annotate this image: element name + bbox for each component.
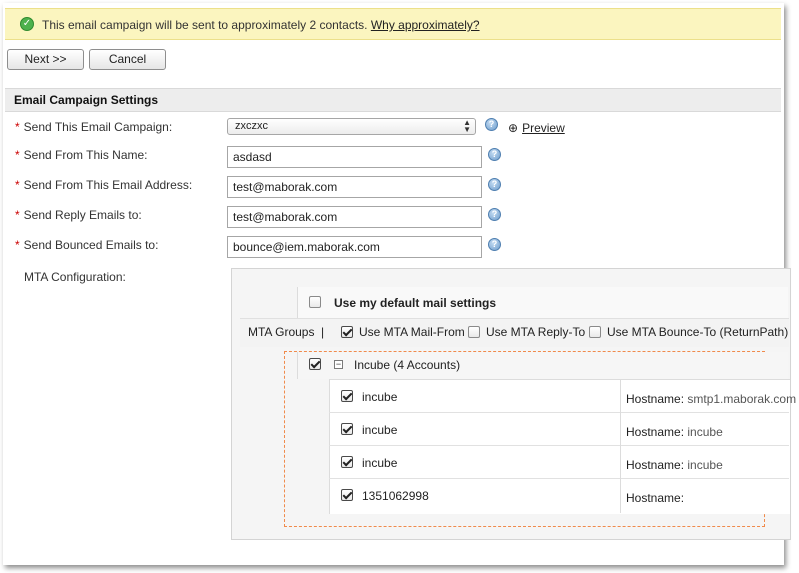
from-email-field[interactable]: test@maborak.com — [227, 176, 482, 198]
account-hostname: Hostname: incube — [626, 458, 723, 472]
from-name-label: * Send From This Name: — [15, 148, 148, 162]
default-settings-checkbox[interactable] — [309, 296, 321, 308]
mta-bounce-to-label: Use MTA Bounce-To (ReturnPath) — [607, 325, 789, 339]
campaign-label: * Send This Email Campaign: — [15, 120, 173, 134]
help-icon[interactable]: ? — [488, 208, 501, 221]
cancel-button[interactable]: Cancel — [89, 49, 166, 70]
account-checkbox[interactable] — [341, 489, 353, 501]
required-mark: * — [15, 208, 20, 222]
help-icon[interactable]: ? — [485, 118, 498, 131]
magnifier-icon: ⊕ — [508, 121, 519, 135]
bounce-to-field[interactable]: bounce@iem.maborak.com — [227, 236, 482, 258]
mta-reply-to-checkbox[interactable] — [468, 326, 480, 338]
help-icon[interactable]: ? — [488, 178, 501, 191]
group-checkbox[interactable] — [309, 358, 321, 370]
help-icon[interactable]: ? — [488, 238, 501, 251]
notice-bar: ✓ This email campaign will be sent to ap… — [5, 8, 781, 40]
column-divider — [620, 379, 621, 513]
mta-groups-label: MTA Groups — [248, 325, 315, 339]
account-hostname: Hostname: smtp1.maborak.com — [626, 392, 797, 406]
section-title: Email Campaign Settings — [14, 93, 159, 107]
why-approximately-link[interactable]: Why approximately? — [371, 18, 480, 32]
required-mark: * — [15, 120, 20, 134]
preview-label: Preview — [522, 121, 565, 135]
account-name: 1351062998 — [362, 489, 429, 503]
minus-box-icon[interactable]: − — [334, 360, 343, 369]
preview-link[interactable]: ⊕ Preview — [508, 121, 565, 135]
mta-configuration-label: MTA Configuration: — [24, 270, 126, 284]
account-name: incube — [362, 390, 398, 404]
account-hostname: Hostname: incube — [626, 425, 723, 439]
required-mark: * — [15, 148, 20, 162]
notice-message: This email campaign will be sent to appr… — [42, 18, 480, 32]
reply-to-label: * Send Reply Emails to: — [15, 208, 142, 222]
required-mark: * — [15, 238, 20, 252]
account-name: incube — [362, 456, 398, 470]
mta-mail-from-checkbox[interactable] — [341, 326, 353, 338]
help-icon[interactable]: ? — [488, 148, 501, 161]
campaign-select-value: zxczxc — [235, 120, 268, 132]
from-name-field[interactable]: asdasd — [227, 146, 482, 168]
reply-to-field[interactable]: test@maborak.com — [227, 206, 482, 228]
mta-bounce-to-checkbox[interactable] — [589, 326, 601, 338]
separator: | — [321, 325, 325, 339]
account-checkbox[interactable] — [341, 456, 353, 468]
check-circle-icon: ✓ — [20, 17, 34, 31]
next-button[interactable]: Next >> — [7, 49, 84, 70]
section-header: Email Campaign Settings — [5, 88, 781, 112]
group-label: Incube (4 Accounts) — [354, 358, 461, 372]
default-settings-label: Use my default mail settings — [334, 296, 497, 310]
account-name: incube — [362, 423, 398, 437]
updown-arrows-icon: ▲ ▼ — [463, 118, 471, 134]
mta-reply-to-label: Use MTA Reply-To — [486, 325, 586, 339]
account-hostname: Hostname: — [626, 491, 685, 505]
account-checkbox[interactable] — [341, 423, 353, 435]
from-email-label: * Send From This Email Address: — [15, 178, 193, 192]
required-mark: * — [15, 178, 20, 192]
campaign-select[interactable]: zxczxc ▲ ▼ — [227, 118, 476, 135]
account-checkbox[interactable] — [341, 390, 353, 402]
notice-text: This email campaign will be sent to appr… — [42, 18, 368, 32]
bounce-to-label: * Send Bounced Emails to: — [15, 238, 159, 252]
mta-mail-from-label: Use MTA Mail-From — [359, 325, 465, 339]
